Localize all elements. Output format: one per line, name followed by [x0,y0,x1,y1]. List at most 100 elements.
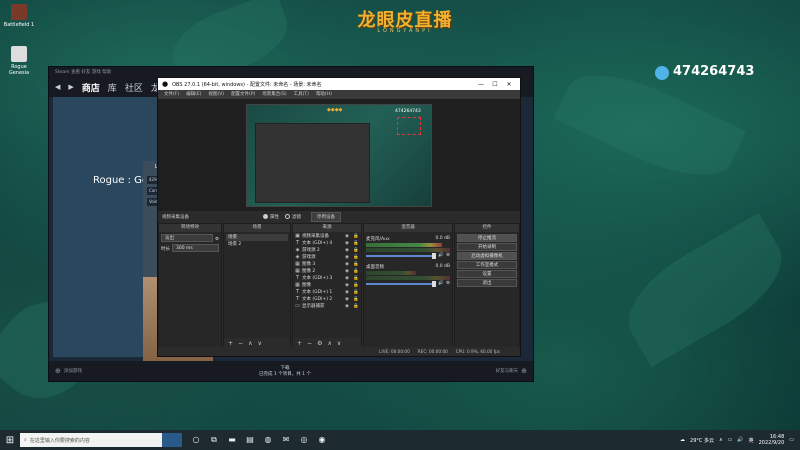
visibility-eye-icon[interactable]: ◉ [345,247,351,254]
start-virtual-camera-button[interactable]: 启动虚拟摄像机 [457,252,517,260]
task-view-icon[interactable]: ⧉ [208,434,220,446]
remove-source-icon[interactable]: − [307,340,312,347]
speaker-icon[interactable]: 🔊 [438,281,444,286]
minimize-icon[interactable]: — [474,81,488,88]
source-item[interactable]: T 文本 (GDI+) 1 ◉ 🔒 [295,289,359,296]
lock-icon[interactable]: 🔒 [353,289,359,296]
steam-top-menu[interactable]: Steam 查看 好友 游戏 帮助 [49,67,533,77]
add-scene-icon[interactable]: + [228,340,233,347]
remove-scene-icon[interactable]: − [238,340,243,347]
input-language[interactable]: 英 [749,437,754,444]
properties-button[interactable]: 属性 [263,214,279,220]
file-explorer-icon[interactable]: ▬ [226,434,238,446]
source-item[interactable]: ▭ 显示器捕获 ◉ 🔒 [295,303,359,310]
lock-icon[interactable]: 🔒 [353,261,359,268]
lock-icon[interactable]: 🔒 [353,282,359,289]
scene-item[interactable]: 场景 2 [226,241,288,248]
edge-icon[interactable]: ◍ [262,434,274,446]
back-arrow-icon[interactable]: ◀ [55,83,60,91]
menu-tools[interactable]: 工具(T) [294,91,309,98]
source-item[interactable]: ◈ 游戏源 2 ◉ 🔒 [295,247,359,254]
source-item[interactable]: ▣ 视频采集设备 ◉ 🔒 [295,233,359,240]
add-game-icon[interactable]: ⊕ [55,367,61,375]
obs-window[interactable]: ● OBS 27.0.1 (64-bit, windows) - 配置文件: 未… [157,77,521,357]
menu-edit[interactable]: 编辑(E) [186,91,201,98]
deactivate-device-button[interactable]: 停用设备 [311,212,341,222]
stop-streaming-button[interactable]: 停止推流 [457,234,517,242]
transition-settings-gear-icon[interactable]: ⚙ [215,237,219,242]
downloads-status[interactable]: 下载 已完成 1 个项目，共 1 个 [259,365,311,377]
taskbar-clock[interactable]: 16:48 2022/9/20 [759,434,785,446]
lock-icon[interactable]: 🔒 [353,233,359,240]
maximize-icon[interactable]: ☐ [488,81,502,88]
obs-icon[interactable]: ◉ [316,434,328,446]
visibility-eye-icon[interactable]: ◉ [345,254,351,261]
start-recording-button[interactable]: 开始录制 [457,243,517,251]
duration-input[interactable]: 300 ms [172,244,219,252]
add-game-button[interactable]: 添加游戏 [64,368,82,374]
steam-nav-library[interactable]: 库 [108,81,117,94]
lock-icon[interactable]: 🔒 [353,303,359,310]
visibility-eye-icon[interactable]: ◉ [345,233,351,240]
menu-profile[interactable]: 配置文件(P) [231,91,255,98]
mail-icon[interactable]: ✉ [280,434,292,446]
speaker-icon[interactable]: 🔊 [438,253,444,258]
visibility-eye-icon[interactable]: ◉ [345,303,351,310]
steam-icon[interactable]: ◎ [298,434,310,446]
volume-slider[interactable] [366,252,437,259]
menu-file[interactable]: 文件(F) [164,91,179,98]
lock-icon[interactable]: 🔒 [353,247,359,254]
steam-nav-community[interactable]: 社区 [125,81,143,94]
source-item[interactable]: ▦ 图像 ◉ 🔒 [295,282,359,289]
friends-chat-icon[interactable]: ⊕ [521,367,527,375]
network-icon[interactable]: ▭ [728,437,733,443]
source-item[interactable]: T 文本 (GDI+) 3 ◉ 🔒 [295,275,359,282]
cortana-icon[interactable]: ○ [190,434,202,446]
visibility-eye-icon[interactable]: ◉ [345,296,351,303]
visibility-eye-icon[interactable]: ◉ [345,289,351,296]
channel-gear-icon[interactable]: ⚙ [446,281,450,286]
source-item[interactable]: ◈ 游戏源 ◉ 🔒 [295,254,359,261]
move-down-icon[interactable]: ∨ [337,340,341,347]
store-icon[interactable]: ▤ [244,434,256,446]
scene-item[interactable]: 场景 [226,234,288,241]
move-up-icon[interactable]: ∧ [248,340,252,347]
notification-icon[interactable]: ▭ [789,437,794,443]
desktop-icon-battlefield[interactable]: Battlefield 1 [2,4,36,28]
add-source-icon[interactable]: + [297,340,302,347]
slider-handle[interactable] [432,252,437,259]
studio-mode-button[interactable]: 工作室模式 [457,261,517,269]
filters-button[interactable]: 滤镜 [285,214,301,220]
source-item[interactable]: T 文本 (GDI+) 2 ◉ 🔒 [295,296,359,303]
steam-nav-store[interactable]: 商店 [82,81,100,94]
lock-icon[interactable]: 🔒 [353,240,359,247]
visibility-eye-icon[interactable]: ◉ [345,275,351,282]
friends-chat-button[interactable]: 好友与聊天 [496,368,519,374]
lock-icon[interactable]: 🔒 [353,296,359,303]
menu-scene-collection[interactable]: 场景集合(S) [262,91,286,98]
weather-text[interactable]: 29°C 多云 [690,437,714,444]
desktop-icon-rogue-genesia[interactable]: Rogue Genesia [2,46,36,76]
lock-icon[interactable]: 🔒 [353,254,359,261]
visibility-eye-icon[interactable]: ◉ [345,268,351,275]
source-item[interactable]: ▦ 图像 3 ◉ 🔒 [295,261,359,268]
windows-start-icon[interactable]: ⊞ [0,435,20,446]
transition-type-select[interactable]: 淡出 [161,234,213,242]
source-item[interactable]: T 文本 (GDI+) 4 ◉ 🔒 [295,240,359,247]
volume-slider[interactable] [366,280,437,287]
forward-arrow-icon[interactable]: ▶ [68,83,73,91]
source-item[interactable]: ▦ 图像 2 ◉ 🔒 [295,268,359,275]
obs-preview-canvas[interactable]: ◆◆◆◆ 474264743 [246,104,432,207]
close-icon[interactable]: ✕ [502,81,516,88]
settings-button[interactable]: 设置 [457,270,517,278]
volume-icon[interactable]: 🔊 [737,437,743,443]
visibility-eye-icon[interactable]: ◉ [345,240,351,247]
menu-view[interactable]: 视图(V) [208,91,224,98]
move-down-icon[interactable]: ∨ [257,340,261,347]
channel-gear-icon[interactable]: ⚙ [446,253,450,258]
menu-help[interactable]: 帮助(H) [316,91,332,98]
tray-chevron-icon[interactable]: ∧ [719,437,723,443]
source-settings-gear-icon[interactable]: ⚙ [317,340,322,347]
slider-handle[interactable] [432,280,437,287]
visibility-eye-icon[interactable]: ◉ [345,282,351,289]
